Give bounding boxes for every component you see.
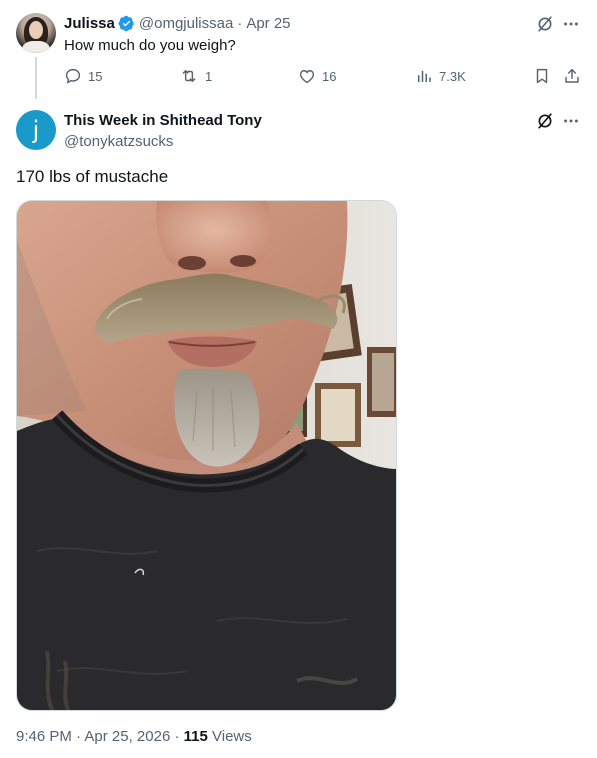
views-label: Views xyxy=(212,728,252,745)
footer-separator: · xyxy=(76,728,82,745)
bookmark-icon[interactable] xyxy=(531,65,553,87)
views-count: 115 xyxy=(183,728,208,745)
reply-count: 15 xyxy=(88,68,103,84)
grok-icon[interactable] xyxy=(534,13,556,35)
reply-context-header: Julissa @omgjulissaa · Apr 25 xyxy=(64,13,291,33)
reply-context-text: How much do you weigh? xyxy=(64,37,236,54)
footer-separator: · xyxy=(174,728,180,745)
share-icon[interactable] xyxy=(561,65,583,87)
reply-author-name[interactable]: Julissa xyxy=(64,15,115,32)
tweet-date[interactable]: Apr 25, 2026 xyxy=(84,728,170,745)
tweet-author-handle-row: @tonykatzsucks xyxy=(64,131,173,151)
author-avatar[interactable]: j xyxy=(16,110,56,150)
grok-icon[interactable] xyxy=(534,110,556,132)
reply-date[interactable]: Apr 25 xyxy=(246,15,290,32)
photo-illustration xyxy=(17,201,396,710)
tweet-author-name[interactable]: This Week in Shithead Tony xyxy=(64,112,262,129)
repost-icon xyxy=(182,70,196,82)
more-icon[interactable] xyxy=(560,110,582,132)
reply-icon xyxy=(65,68,81,84)
verified-badge-icon xyxy=(118,15,134,31)
tweet-time[interactable]: 9:46 PM xyxy=(16,728,72,745)
repost-button[interactable]: 1 xyxy=(179,67,212,85)
header-separator: · xyxy=(237,14,243,32)
reply-author-handle[interactable]: @omgjulissaa xyxy=(139,15,233,32)
tweet-author-name-row: This Week in Shithead Tony xyxy=(64,110,262,130)
more-icon[interactable] xyxy=(560,13,582,35)
views-icon xyxy=(418,70,431,82)
julissa-avatar[interactable] xyxy=(16,13,56,53)
views-count: 7.3K xyxy=(439,68,466,84)
reply-button[interactable]: 15 xyxy=(64,67,102,85)
like-count: 16 xyxy=(322,68,337,84)
thread-connector-line xyxy=(35,57,37,99)
tweet-text: 170 lbs of mustache xyxy=(16,167,169,186)
like-button[interactable]: 16 xyxy=(298,67,336,85)
views-button[interactable]: 7.3K xyxy=(415,67,466,85)
tweet-timestamp-row: 9:46 PM · Apr 25, 2026 · 115 Views xyxy=(16,728,252,745)
repost-count: 1 xyxy=(205,68,213,84)
tweet-photo[interactable] xyxy=(16,200,397,711)
tweet-author-handle[interactable]: @tonykatzsucks xyxy=(64,133,173,150)
like-icon xyxy=(299,70,315,84)
